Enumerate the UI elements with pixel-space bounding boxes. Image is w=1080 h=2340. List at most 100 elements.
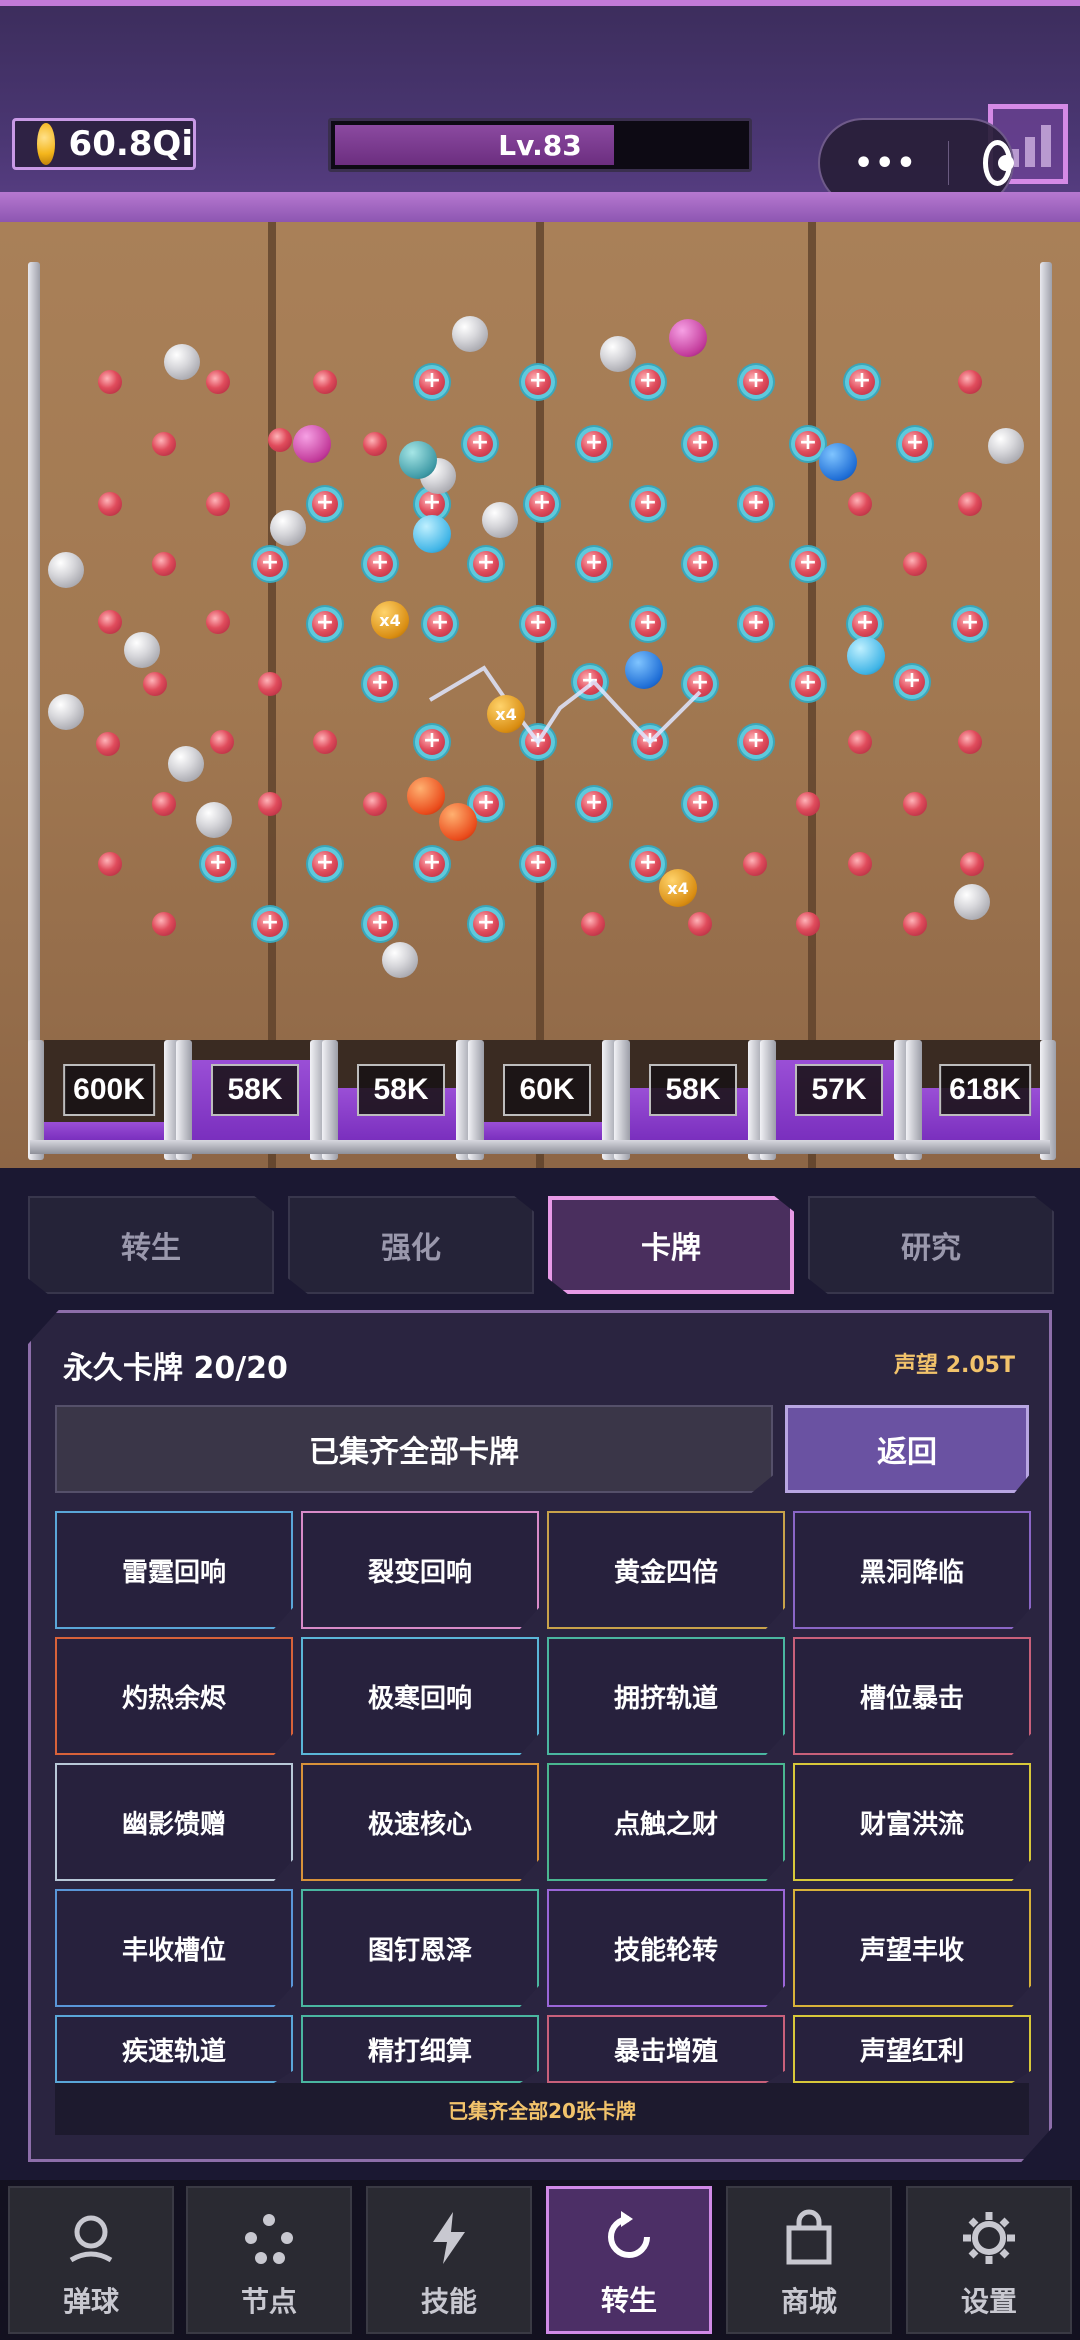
pinball-icon (59, 2206, 123, 2270)
node-peg (953, 607, 987, 641)
node-peg (521, 725, 555, 759)
node-peg (363, 667, 397, 701)
peg (206, 492, 230, 516)
card-tile[interactable]: 声望红利 (793, 2015, 1031, 2083)
coin-icon (37, 123, 55, 165)
nav-label: 节点 (240, 2285, 297, 2318)
peg (958, 730, 982, 754)
peg (960, 852, 984, 876)
node-peg (525, 487, 559, 521)
bucket-value: 58K (357, 1064, 445, 1116)
nav-label: 转生 (600, 2284, 657, 2317)
card-tile[interactable]: 图钉恩泽 (301, 1889, 539, 2007)
node-peg (683, 427, 717, 461)
peg (206, 370, 230, 394)
node-peg (631, 487, 665, 521)
card-tile[interactable]: 槽位暴击 (793, 1637, 1031, 1755)
pinball-board[interactable]: x4 x4 x4 600K 58K 58K 60K 58K 57K 618K (0, 222, 1080, 1168)
close-target-button[interactable] (982, 140, 1015, 186)
node-peg (253, 547, 287, 581)
peg (210, 730, 234, 754)
tab-upgrade[interactable]: 强化 (288, 1196, 534, 1294)
peg (796, 792, 820, 816)
score-bucket: 600K (44, 1040, 174, 1150)
nav-shop[interactable]: 商城 (726, 2186, 892, 2334)
card-tile[interactable]: 黄金四倍 (547, 1511, 785, 1629)
peg (743, 852, 767, 876)
node-peg (683, 547, 717, 581)
silver-ball (168, 746, 204, 782)
card-tile[interactable]: 灼热余烬 (55, 1637, 293, 1755)
silver-ball (382, 942, 418, 978)
peg (258, 672, 282, 696)
prestige-value: 声望 2.05T (894, 1353, 1015, 1378)
tab-rebirth[interactable]: 转生 (28, 1196, 274, 1294)
tab-research[interactable]: 研究 (808, 1196, 1054, 1294)
node-peg (521, 607, 555, 641)
nav-settings[interactable]: 设置 (906, 2186, 1072, 2334)
peg (258, 792, 282, 816)
board-divider (536, 222, 544, 1168)
lightning-icon (417, 2206, 481, 2270)
nav-rebirth[interactable]: 转生 (546, 2186, 712, 2334)
peg (152, 912, 176, 936)
card-tile[interactable]: 极速核心 (301, 1763, 539, 1881)
card-tile[interactable]: 幽影馈赠 (55, 1763, 293, 1881)
nav-skills[interactable]: 技能 (366, 2186, 532, 2334)
nav-label: 设置 (960, 2285, 1017, 2318)
peg (98, 852, 122, 876)
card-tile[interactable]: 丰收槽位 (55, 1889, 293, 2007)
card-tile[interactable]: 精打细算 (301, 2015, 539, 2083)
multiplier-ball: x4 (659, 869, 697, 907)
silver-ball (988, 428, 1024, 464)
bottom-navigation: 弹球 节点 技能 转生 商城 设置 (0, 2180, 1080, 2340)
node-peg (577, 787, 611, 821)
card-tile[interactable]: 雷霆回响 (55, 1511, 293, 1629)
card-tile[interactable]: 财富洪流 (793, 1763, 1031, 1881)
nav-nodes[interactable]: 节点 (186, 2186, 352, 2334)
score-bucket: 58K (336, 1040, 466, 1150)
bucket-fill (482, 1122, 612, 1140)
top-header: 60.8Qi Lv.83 ••• (0, 0, 1080, 222)
card-tile[interactable]: 声望丰收 (793, 1889, 1031, 2007)
card-tile[interactable]: 黑洞降临 (793, 1511, 1031, 1629)
peg (268, 428, 292, 452)
lightning-ball (819, 443, 857, 481)
silver-ball (48, 694, 84, 730)
peg (96, 732, 120, 756)
score-bucket: 618K (920, 1040, 1050, 1150)
card-tile[interactable]: 技能轮转 (547, 1889, 785, 2007)
node-peg (633, 725, 667, 759)
peg (848, 492, 872, 516)
node-peg (253, 907, 287, 941)
silver-ball (270, 510, 306, 546)
node-peg (631, 607, 665, 641)
currency-value: 60.8Qi (68, 124, 193, 164)
card-tile[interactable]: 极寒回响 (301, 1637, 539, 1755)
node-peg (415, 725, 449, 759)
card-tile[interactable]: 拥挤轨道 (547, 1637, 785, 1755)
score-bucket: 60K (482, 1040, 612, 1150)
back-button[interactable]: 返回 (785, 1405, 1029, 1493)
bucket-value: 618K (939, 1064, 1031, 1116)
peg (98, 492, 122, 516)
card-tile[interactable]: 暴击增殖 (547, 2015, 785, 2083)
card-tile[interactable]: 裂变回响 (301, 1511, 539, 1629)
nav-pinball[interactable]: 弹球 (8, 2186, 174, 2334)
more-menu-button[interactable]: ••• (854, 146, 918, 181)
node-peg (739, 607, 773, 641)
lower-panel: 转生 强化 卡牌 研究 永久卡牌 20/20 声望 2.05T 已集齐全部卡牌 … (0, 1168, 1080, 2180)
card-tile[interactable]: 疾速轨道 (55, 2015, 293, 2083)
node-peg (363, 907, 397, 941)
node-peg (415, 847, 449, 881)
rebirth-icon (597, 2205, 661, 2269)
silver-ball (452, 316, 488, 352)
bucket-floor (30, 1140, 1050, 1154)
node-peg (201, 847, 235, 881)
peg (581, 912, 605, 936)
tab-cards[interactable]: 卡牌 (548, 1196, 794, 1294)
left-rail (28, 262, 40, 1152)
peg (152, 792, 176, 816)
card-tile[interactable]: 点触之财 (547, 1763, 785, 1881)
node-peg (791, 667, 825, 701)
